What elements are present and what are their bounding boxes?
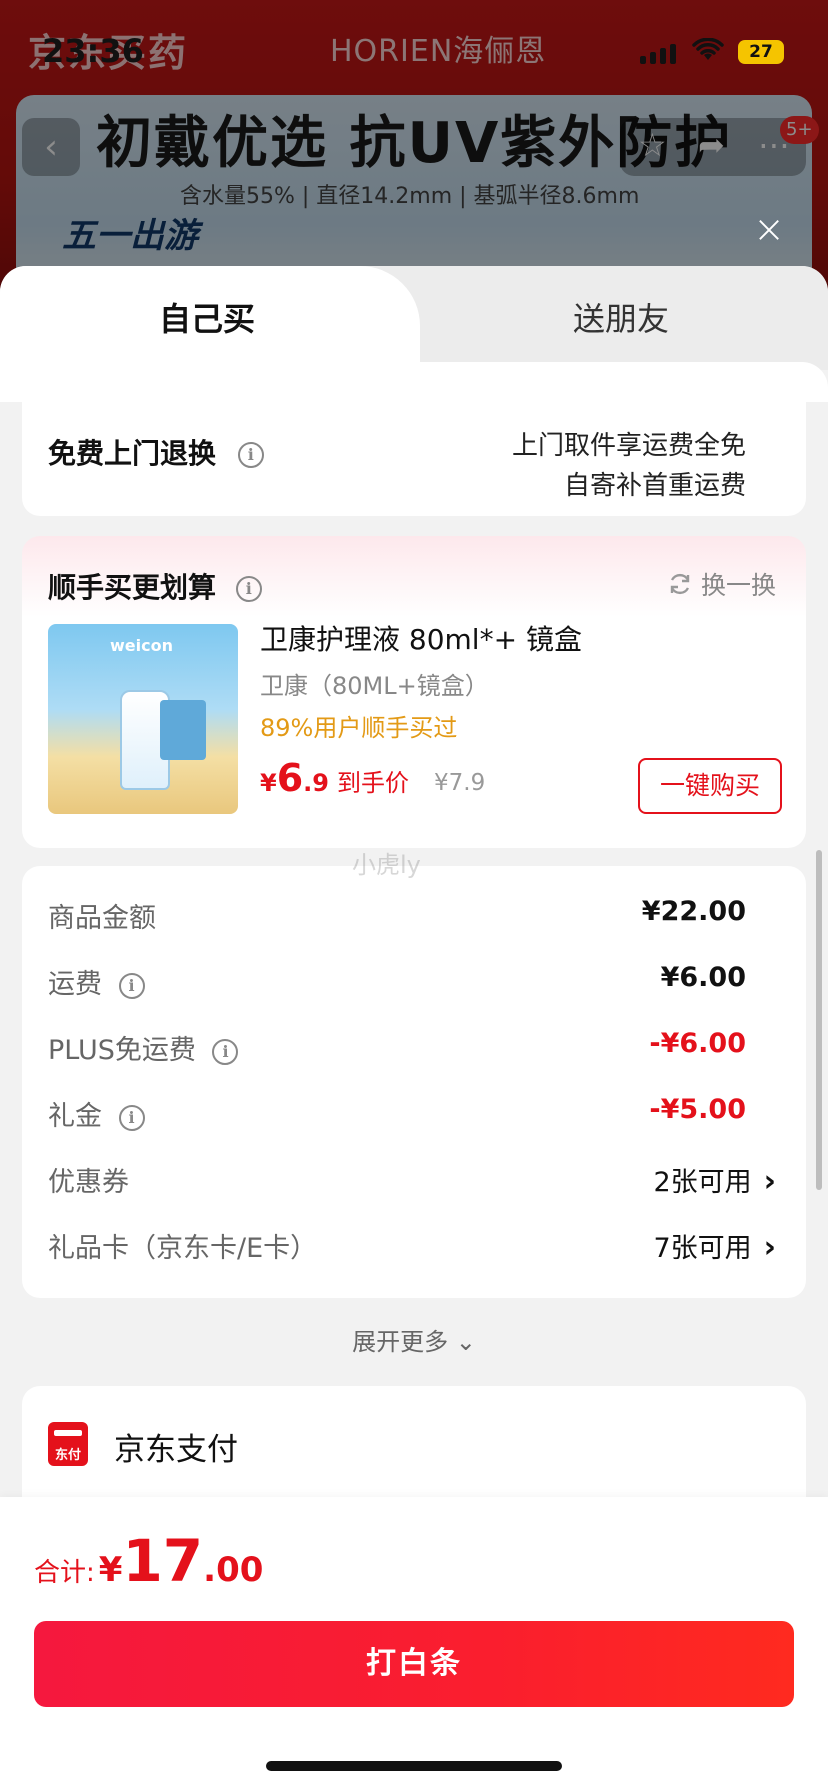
price-row: 礼金 i -¥5.00	[48, 1094, 746, 1134]
return-service-desc: 上门取件享运费全免 自寄补首重运费	[512, 426, 746, 506]
order-total: 合计: ¥17.00	[34, 1527, 263, 1595]
price-row-label: 礼金 i	[48, 1094, 145, 1133]
one-click-buy-button[interactable]: 一键购买	[638, 758, 782, 814]
tab-gift-friend[interactable]: 送朋友	[414, 294, 828, 340]
price-int: 6	[276, 756, 304, 800]
return-desc-line1: 上门取件享运费全免	[511, 431, 746, 461]
recommend-product-name[interactable]: 卫康护理液 80ml*+ 镜盒	[260, 618, 582, 658]
recommend-social-proof: 89%用户顺手买过	[260, 714, 458, 742]
scrollbar[interactable]	[816, 850, 822, 1190]
price-row-value: ¥22.00	[641, 896, 746, 927]
price-row-value: -¥5.00	[649, 1094, 746, 1125]
total-int: 17	[122, 1527, 204, 1595]
recommend-price: ¥6.9 到手价	[260, 756, 409, 800]
price-row-label: PLUS免运费 i	[48, 1028, 239, 1067]
price-tag: 到手价	[336, 769, 409, 797]
tab-bar: 自己买 送朋友	[0, 266, 828, 370]
payment-method-card[interactable]: 东付 京东支付	[22, 1386, 806, 1500]
recommend-card: 顺手买更划算 i 换一换 weicon 卫康护理液 80ml*+ 镜盒 卫康（8…	[22, 536, 806, 848]
total-symbol: ¥	[98, 1550, 123, 1590]
price-symbol: ¥	[260, 769, 277, 797]
gift-card-count: 7张可用	[653, 1233, 752, 1264]
return-service-card: 免费上门退换 i 上门取件享运费全免 自寄补首重运费	[22, 370, 806, 516]
price-row-label: 运费 i	[48, 962, 145, 1001]
pay-with-baitiao-button[interactable]: 打白条	[34, 1621, 794, 1707]
chevron-right-icon: ›	[763, 1230, 776, 1265]
coupon-value[interactable]: 2张可用 ›	[653, 1160, 776, 1199]
price-row-label: 优惠券	[48, 1167, 129, 1198]
total-dec: .00	[203, 1550, 264, 1590]
payment-method-label: 京东支付	[114, 1432, 238, 1468]
price-row-label: 商品金额	[48, 903, 156, 934]
thumb-brand-text: weicon	[110, 636, 173, 655]
tab-self-buy-label[interactable]: 自己买	[0, 294, 414, 340]
refresh-button[interactable]: 换一换	[667, 566, 776, 602]
price-row: 商品金额 ¥22.00	[48, 896, 746, 936]
return-service-title: 免费上门退换 i	[48, 432, 264, 472]
watermark: 小虎ly	[352, 851, 421, 879]
info-icon[interactable]: i	[212, 1038, 239, 1065]
recommend-title: 顺手买更划算 i	[48, 566, 262, 606]
price-dec: .9	[303, 769, 329, 797]
coupon-row[interactable]: 优惠券 2张可用 ›	[48, 1160, 776, 1200]
chevron-down-icon: ⌄	[455, 1328, 476, 1356]
price-row-label: 礼品卡（京东卡/E卡）	[48, 1233, 318, 1264]
status-bar: 23:36 27	[0, 0, 828, 90]
battery-icon: 27	[738, 40, 784, 64]
gift-card-value[interactable]: 7张可用 ›	[653, 1226, 776, 1265]
cellular-signal-icon	[640, 44, 676, 64]
recommend-product-sku: 卫康（80ML+镜盒）	[260, 672, 489, 700]
chevron-right-icon: ›	[763, 1164, 776, 1199]
total-label: 合计:	[34, 1558, 95, 1588]
gift-money-label: 礼金	[48, 1101, 102, 1132]
refresh-icon	[670, 573, 690, 595]
jd-pay-icon: 东付	[48, 1422, 88, 1466]
close-icon[interactable]: ×	[752, 210, 786, 248]
wifi-icon	[692, 38, 724, 60]
coupon-count: 2张可用	[653, 1167, 752, 1198]
info-icon[interactable]: i	[237, 442, 264, 468]
home-indicator	[266, 1761, 562, 1771]
sheet-scroll-content[interactable]: 免费上门退换 i 上门取件享运费全免 自寄补首重运费 顺手买更划算 i 换一换 …	[0, 370, 828, 1500]
price-row-value: ¥6.00	[660, 962, 746, 993]
shipping-label: 运费	[48, 969, 102, 1000]
price-row: 运费 i ¥6.00	[48, 962, 746, 1002]
gift-card-row[interactable]: 礼品卡（京东卡/E卡） 7张可用 ›	[48, 1226, 776, 1266]
expand-more-label: 展开更多	[352, 1328, 449, 1356]
price-row-value: -¥6.00	[649, 1028, 746, 1059]
info-icon[interactable]: i	[235, 576, 262, 602]
recommend-original-price: ¥7.9	[434, 770, 486, 796]
refresh-label: 换一换	[700, 571, 776, 600]
recommend-title-label: 顺手买更划算	[48, 571, 217, 604]
recommend-product-image[interactable]: weicon	[48, 624, 238, 814]
info-icon[interactable]: i	[118, 1104, 145, 1131]
price-details-card: 商品金额 ¥22.00 运费 i ¥6.00 PLUS免运费 i -¥6.00 …	[22, 866, 806, 1298]
checkout-footer: 合计: ¥17.00 打白条	[0, 1497, 828, 1792]
return-service-label: 免费上门退换	[48, 437, 217, 470]
info-icon[interactable]: i	[118, 972, 145, 999]
return-desc-line2: 自寄补首重运费	[563, 471, 746, 501]
plus-free-shipping-label: PLUS免运费	[48, 1035, 196, 1066]
box-illustration	[160, 700, 206, 760]
checkout-screen: 京东买药 HORIEN海俪恩 初戴优选 抗UV紫外防护 含水量55% | 直径1…	[0, 0, 828, 1792]
price-row: PLUS免运费 i -¥6.00	[48, 1028, 746, 1068]
status-time: 23:36	[42, 32, 144, 70]
expand-more-button[interactable]: 展开更多 ⌄	[22, 1322, 806, 1357]
